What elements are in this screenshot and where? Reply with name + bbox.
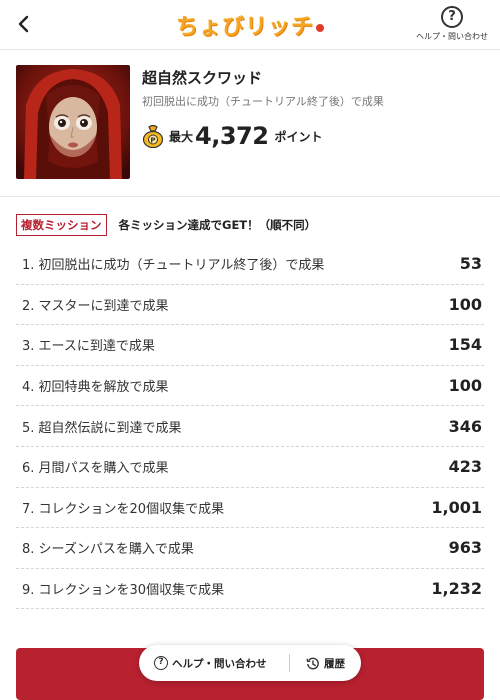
- mission-points: 346: [448, 416, 482, 436]
- mission-label: 7. コレクションを20個収集で成果: [22, 501, 225, 517]
- mission-row: 8. シーズンパスを購入で成果 963: [16, 528, 484, 569]
- app-header: ちょびリッチ ? ヘルプ・問い合わせ: [0, 0, 500, 50]
- bottom-help-button[interactable]: ? ヘルプ・問い合わせ: [139, 656, 289, 671]
- mission-row: 5. 超自然伝説に到達で成果 346: [16, 406, 484, 447]
- mission-row: 2. マスターに到達で成果 100: [16, 285, 484, 326]
- max-label: 最大: [169, 129, 194, 144]
- question-circle-icon: ?: [154, 656, 168, 670]
- mission-points: 1,001: [431, 497, 482, 517]
- mission-points: 423: [448, 457, 482, 477]
- bottom-help-label: ヘルプ・問い合わせ: [172, 657, 267, 670]
- mission-label: 2. マスターに到達で成果: [22, 298, 169, 314]
- mission-row: 7. コレクションを20個収集で成果 1,001: [16, 488, 484, 529]
- mission-label: 6. 月間パスを購入で成果: [22, 461, 169, 477]
- max-points: P 最大 4,372 ポイント: [142, 121, 322, 151]
- history-clock-icon: [306, 656, 320, 670]
- mission-row: 3. エースに到達で成果 154: [16, 325, 484, 366]
- history-label: 履歴: [324, 657, 345, 670]
- mission-points: 963: [448, 538, 482, 558]
- mission-row: 9. コレクションを30個収集で成果 1,232: [16, 569, 484, 610]
- svg-text:P: P: [150, 137, 155, 145]
- multi-mission-badge: 複数ミッション: [16, 214, 107, 236]
- mission-points: 53: [459, 254, 482, 274]
- mission-label: 3. エースに到達で成果: [22, 339, 155, 355]
- offer-title: 超自然スクワッド: [142, 69, 263, 87]
- question-circle-icon: ?: [441, 6, 463, 28]
- mission-label: 1. 初回脱出に成功（チュートリアル終了後）で成果: [22, 258, 325, 274]
- mission-label: 8. シーズンパスを購入で成果: [22, 542, 194, 558]
- missions-note: 各ミッション達成でGET！（順不同）: [118, 218, 317, 232]
- mission-points: 100: [448, 376, 482, 396]
- mission-points: 154: [448, 335, 482, 355]
- offer-subtitle: 初回脱出に成功（チュートリアル終了後）で成果: [142, 95, 384, 108]
- max-value: 4,372: [195, 122, 269, 150]
- mission-label: 5. 超自然伝説に到達で成果: [22, 420, 182, 436]
- history-button[interactable]: 履歴: [290, 656, 345, 671]
- mission-list: 1. 初回脱出に成功（チュートリアル終了後）で成果 53 2. マスターに到達で成…: [16, 244, 484, 610]
- help-label: ヘルプ・問い合わせ: [416, 32, 488, 41]
- point-unit: ポイント: [274, 129, 323, 144]
- mission-label: 4. 初回特典を解放で成果: [22, 380, 169, 396]
- mission-points: 100: [448, 294, 482, 314]
- floating-action-bar: ? ヘルプ・問い合わせ 履歴: [139, 645, 361, 681]
- mission-points: 1,232: [431, 579, 482, 599]
- point-bag-icon: P: [142, 124, 164, 149]
- help-button[interactable]: ? ヘルプ・問い合わせ: [412, 6, 492, 42]
- offer-summary: 超自然スクワッド 初回脱出に成功（チュートリアル終了後）で成果 P 最大 4,3…: [0, 51, 500, 197]
- mission-row: 4. 初回特典を解放で成果 100: [16, 366, 484, 407]
- mission-row: 6. 月間パスを購入で成果 423: [16, 447, 484, 488]
- missions-header: 複数ミッション 各ミッション達成でGET！（順不同）: [16, 214, 316, 236]
- logo-dot-icon: [316, 24, 324, 32]
- mission-label: 9. コレクションを30個収集で成果: [22, 583, 225, 599]
- mission-row: 1. 初回脱出に成功（チュートリアル終了後）で成果 53: [16, 244, 484, 285]
- game-thumbnail-image: [16, 65, 130, 179]
- logo-text: ちょびリッチ: [175, 15, 314, 40]
